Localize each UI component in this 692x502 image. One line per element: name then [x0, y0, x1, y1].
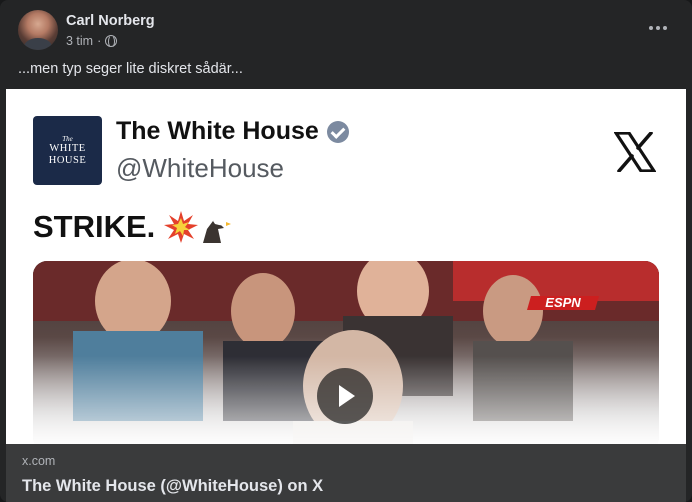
separator-dot: · [97, 33, 102, 48]
timestamp[interactable]: 3 tim [66, 33, 93, 49]
logo-text-white: WHITE [49, 142, 86, 154]
play-icon[interactable] [317, 368, 373, 424]
post-meta: Carl Norberg 3 tim · [66, 12, 155, 49]
more-options-icon[interactable] [646, 18, 670, 38]
embedded-tweet-image[interactable]: The WHITE HOUSE The White House @WhiteHo… [6, 89, 686, 444]
post-card: Carl Norberg 3 tim · ...men typ seger li… [0, 0, 692, 502]
tweet-text: STRIKE. [33, 209, 235, 245]
x-logo-icon [614, 132, 656, 172]
globe-icon[interactable] [105, 34, 118, 48]
collision-and-eagle-emoji-icon [164, 211, 232, 243]
avatar[interactable] [18, 10, 58, 50]
author-name[interactable]: Carl Norberg [66, 12, 155, 30]
post-text: ...men typ seger lite diskret sådär... [18, 61, 243, 77]
logo-text-house: HOUSE [48, 154, 87, 166]
logo-text-the: The [62, 134, 73, 143]
link-title[interactable]: The White House (@WhiteHouse) on X [22, 476, 670, 496]
tweet-text-strike: STRIKE. [33, 209, 156, 244]
post-header: Carl Norberg 3 tim · [18, 10, 155, 50]
link-preview-footer[interactable]: x.com The White House (@WhiteHouse) on X [6, 444, 686, 502]
timestamp-row: 3 tim · [66, 33, 155, 49]
tweet-account-name: The White House [116, 117, 349, 146]
espn-logo-label: ESPN [527, 295, 599, 311]
espn-text: ESPN [545, 295, 581, 310]
white-house-logo: The WHITE HOUSE [33, 116, 102, 185]
verified-badge-icon [326, 120, 349, 143]
link-domain: x.com [22, 454, 56, 468]
tweet-handle: @WhiteHouse [116, 153, 285, 183]
account-name-text: The White House [116, 117, 319, 145]
